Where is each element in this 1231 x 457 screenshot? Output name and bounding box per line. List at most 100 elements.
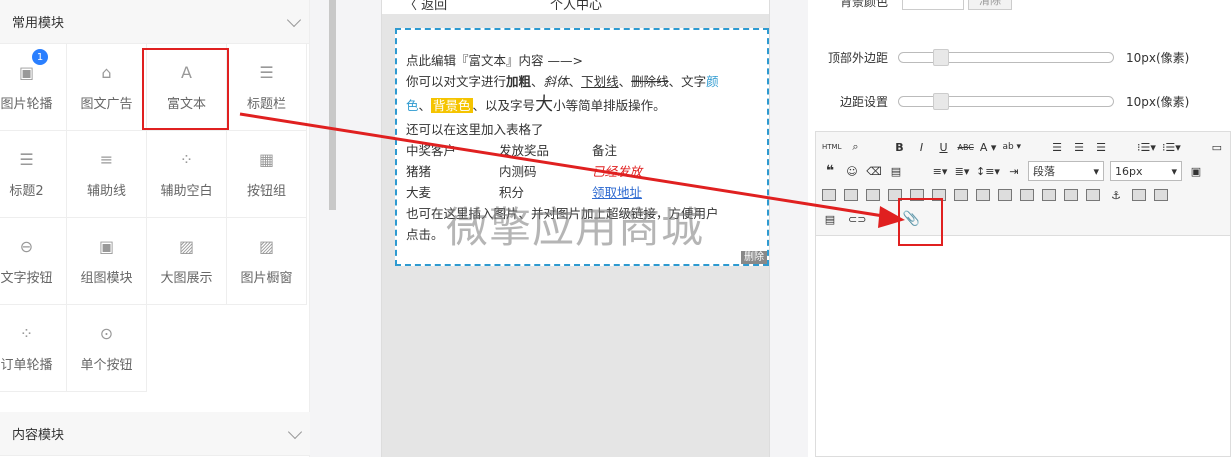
module-large-image[interactable]: ▨ 大图展示 <box>147 218 227 305</box>
underline-icon[interactable]: U <box>935 139 951 155</box>
module-label: 辅助空白 <box>160 183 213 199</box>
module-image-ad[interactable]: ⌂ 图文广告 <box>67 44 147 131</box>
paragraph-spacing-icon[interactable]: ≣▾ <box>954 163 970 179</box>
paragraph-select[interactable]: 段落 ▾ <box>1027 161 1104 181</box>
module-image-carousel[interactable]: ▣ 图片轮播 1 <box>0 44 67 131</box>
table-insert-row-icon[interactable] <box>844 189 858 201</box>
table-icon[interactable] <box>822 189 836 201</box>
table-fill-icon[interactable] <box>1064 189 1078 201</box>
film-icon[interactable]: ▤ <box>888 163 904 179</box>
insert-image-icon[interactable]: ▣ <box>876 211 892 227</box>
module-button-group[interactable]: ▦ 按钮组 <box>227 131 307 218</box>
image-window-icon: ▨ <box>258 237 275 256</box>
module-title-bar[interactable]: ☰ 标题栏 <box>227 44 307 131</box>
unordered-list-icon[interactable]: ⁝☰▾ <box>1162 139 1181 155</box>
table-props-icon[interactable] <box>1020 189 1034 201</box>
padding-slider[interactable] <box>898 93 1114 110</box>
delete-button[interactable]: 删除 <box>741 251 767 264</box>
page-break-icon[interactable] <box>1132 189 1146 201</box>
paste-icon[interactable]: ▤ <box>822 211 838 227</box>
ordered-list-icon[interactable]: ⁝☰▾ <box>1137 139 1156 155</box>
chevron-down-icon: ▾ <box>1171 164 1177 178</box>
toolbar-separator <box>1115 139 1131 155</box>
font-size-select[interactable]: 16px ▾ <box>1109 161 1182 181</box>
content-modules-header[interactable]: 内容模块 <box>0 412 310 456</box>
module-label: 按钮组 <box>246 183 286 199</box>
color-picker[interactable] <box>902 0 964 10</box>
slider-thumb[interactable] <box>933 93 949 110</box>
module-text-button[interactable]: ⊖ 文字按钮 <box>0 218 67 305</box>
table-cell-icon[interactable] <box>954 189 968 201</box>
row-spacing-icon[interactable]: ↕≡▾ <box>976 163 1000 179</box>
module-blank-space[interactable]: ⁘ 辅助空白 <box>147 131 227 218</box>
rich-text-plain: 你可以对文字进行 <box>406 74 507 89</box>
title-bar-icon: ☰ <box>259 63 274 82</box>
rich-text-color: 颜 <box>706 74 719 89</box>
more-icon[interactable]: ••• <box>713 0 755 11</box>
toolbar-row-2: ❝ ☺ ⌫ ▤ ≡▾ ≣▾ ↕≡▾ ⇥ 段落 ▾ 16px ▾ ▣ <box>822 160 1204 182</box>
chevron-down-icon[interactable] <box>286 12 302 27</box>
rich-table-row: 中奖客户 发放奖品 备注 <box>406 140 757 161</box>
scrollbar[interactable] <box>329 0 336 210</box>
module-image-window[interactable]: ▨ 图片橱窗 <box>227 218 307 305</box>
align-right-icon[interactable]: ☰ <box>1093 139 1109 155</box>
slider-thumb[interactable] <box>933 49 949 66</box>
rich-table-cell: 中奖客户 <box>406 143 457 158</box>
monitor-icon[interactable]: ▭ <box>1209 139 1225 155</box>
module-single-button[interactable]: ⊙ 单个按钮 <box>67 305 147 392</box>
rich-text-sep: 、 <box>531 74 544 89</box>
rich-text-sep: 、 <box>418 98 432 113</box>
order-carousel-icon: ⁘ <box>19 324 34 343</box>
editor-content[interactable] <box>816 236 1230 456</box>
common-modules-header[interactable]: 常用模块 <box>0 0 309 44</box>
margin-top-slider[interactable] <box>898 49 1114 66</box>
spell-check-icon[interactable]: ab ▾ <box>1002 139 1021 155</box>
rich-line-2: 你可以对文字进行加粗、斜体、下划线、删除线、文字颜 <box>406 71 757 92</box>
toolbar-separator <box>910 163 926 179</box>
table-clear-icon[interactable] <box>1086 189 1100 201</box>
toolbar-separator <box>1027 139 1043 155</box>
module-image-group[interactable]: ▣ 组图模块 <box>67 218 147 305</box>
clear-button[interactable]: 清除 <box>968 0 1012 10</box>
toolbar-separator <box>869 139 885 155</box>
line-height-icon[interactable]: ≡▾ <box>932 163 948 179</box>
italic-icon[interactable]: I <box>913 139 929 155</box>
table-border-icon[interactable] <box>1042 189 1056 201</box>
table-row-icon[interactable] <box>976 189 990 201</box>
module-order-carousel[interactable]: ⁘ 订单轮播 <box>0 305 67 392</box>
search-icon[interactable]: ⌕ <box>847 139 863 155</box>
bold-icon[interactable]: B <box>891 139 907 155</box>
rich-text-color: 色 <box>406 98 419 113</box>
print-icon[interactable] <box>1154 189 1168 201</box>
image-icon[interactable]: ▣ <box>1188 163 1204 179</box>
anchor-icon[interactable]: ⚓ <box>1108 187 1124 203</box>
emoji-icon[interactable]: ☺ <box>844 163 860 179</box>
module-divider-line[interactable]: ≡ 辅助线 <box>67 131 147 218</box>
strikethrough-icon[interactable]: ABC <box>957 139 973 155</box>
toolbar-row-3: ⚓ <box>822 184 1168 206</box>
indent-icon[interactable]: ⇥ <box>1006 163 1022 179</box>
phone-header: 〈 返回 个人中心 ••• <box>382 0 769 14</box>
image-ad-icon: ⌂ <box>101 63 112 82</box>
module-label: 文字按钮 <box>0 270 53 286</box>
paragraph-value: 段落 <box>1032 165 1055 178</box>
app-root: 常用模块 ▣ 图片轮播 1 ⌂ 图文广告 A 富文本 ☰ 标题栏 ☰ 标题2 ≡ 辅助线 ⁘ 辅助空白 ▦ 按钮… <box>0 0 1231 457</box>
back-button[interactable]: 〈 返回 <box>404 0 447 13</box>
link-icon[interactable]: ⊂⊃ <box>848 211 866 227</box>
rich-line-1: 点此编辑『富文本』内容 ——> <box>406 53 583 68</box>
table-insert-col-icon[interactable] <box>866 189 880 201</box>
html-source-icon[interactable]: HTML <box>822 139 841 155</box>
module-title2[interactable]: ☰ 标题2 <box>0 131 67 218</box>
table-col-icon[interactable] <box>998 189 1012 201</box>
rich-text-sep: 、 <box>618 74 632 89</box>
quote-icon[interactable]: ❝ <box>822 163 838 179</box>
rich-text-underline: 下划线 <box>581 74 619 89</box>
align-center-icon[interactable]: ☰ <box>1071 139 1087 155</box>
rich-text-italic: 斜体 <box>543 74 569 89</box>
eraser-icon[interactable]: ⌫ <box>866 163 882 179</box>
rich-text-strike: 删除线 <box>631 74 669 89</box>
align-left-icon[interactable]: ☰ <box>1049 139 1065 155</box>
chevron-down-icon[interactable] <box>287 424 303 439</box>
font-color-icon[interactable]: A ▾ <box>980 139 997 155</box>
page-title: 个人中心 <box>550 0 603 13</box>
